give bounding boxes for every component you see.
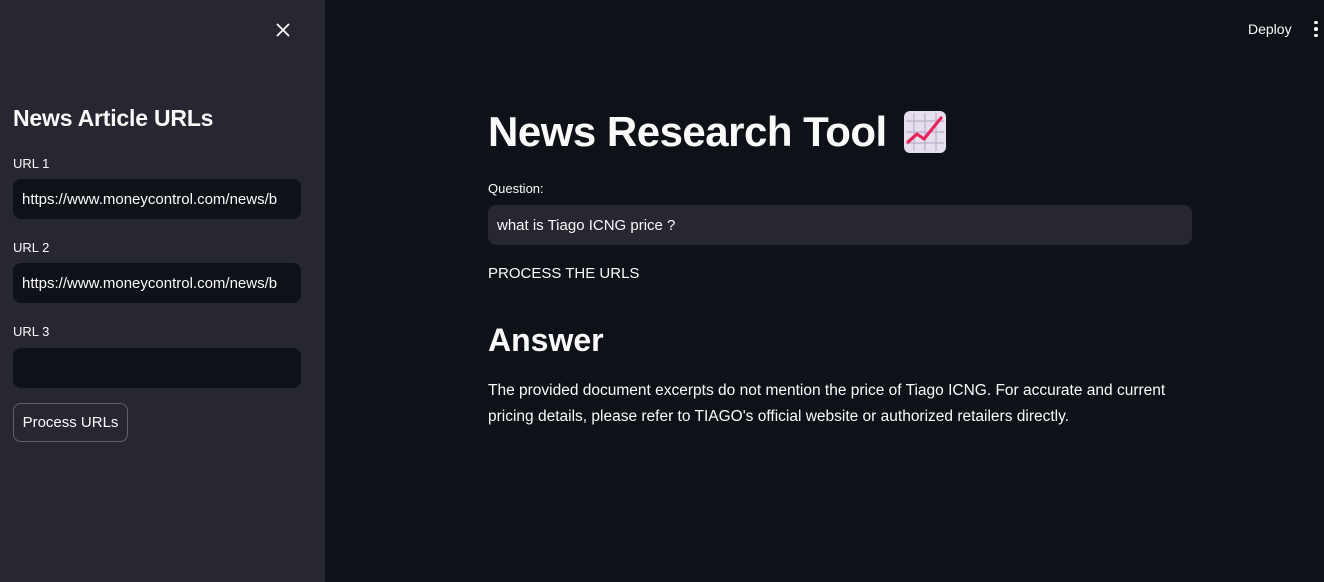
question-label: Question: xyxy=(488,181,544,196)
process-urls-button[interactable]: Process URLs xyxy=(13,403,128,442)
question-input[interactable] xyxy=(488,205,1192,245)
menu-dot xyxy=(1314,20,1318,25)
chart-increasing-icon xyxy=(903,111,946,153)
sidebar-title: News Article URLs xyxy=(13,105,214,131)
close-icon xyxy=(276,23,290,37)
status-text: PROCESS THE URLS xyxy=(488,265,640,282)
url-3-label: URL 3 xyxy=(13,324,50,339)
page-title-text: News Research Tool xyxy=(488,108,887,155)
app: News Article URLs URL 1 URL 2 URL 3 Proc… xyxy=(0,0,1324,582)
more-vertical-icon[interactable] xyxy=(1308,17,1324,41)
menu-dot xyxy=(1314,27,1318,31)
url-2-label: URL 2 xyxy=(13,240,50,255)
deploy-button[interactable]: Deploy xyxy=(1238,16,1302,42)
sidebar-close-button[interactable] xyxy=(270,17,296,43)
answer-text: The provided document excerpts do not me… xyxy=(488,382,1166,425)
page-title: News Research Tool xyxy=(488,108,947,156)
menu-dot xyxy=(1314,33,1318,38)
url-2-input[interactable] xyxy=(13,263,301,303)
answer-heading: Answer xyxy=(488,322,604,358)
url-1-input[interactable] xyxy=(13,179,301,219)
url-3-input[interactable] xyxy=(13,348,301,388)
sidebar: News Article URLs URL 1 URL 2 URL 3 Proc… xyxy=(0,0,325,582)
url-1-label: URL 1 xyxy=(13,156,50,171)
